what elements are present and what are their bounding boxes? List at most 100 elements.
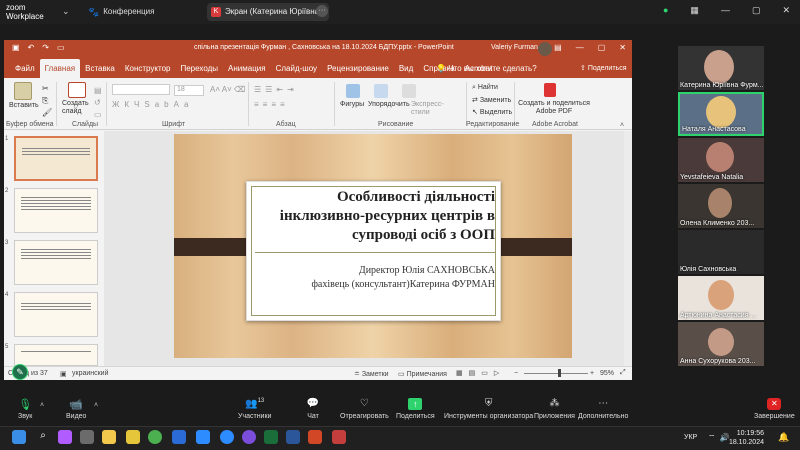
file-explorer-icon[interactable]: [102, 430, 116, 444]
app-icon[interactable]: [264, 430, 278, 444]
minimize-icon[interactable]: —: [721, 5, 730, 16]
chevron-up-icon[interactable]: ˄: [94, 402, 98, 409]
tab-slideshow[interactable]: Слайд-шоу: [271, 64, 322, 78]
tab-design[interactable]: Конструктор: [120, 64, 176, 78]
view-switcher[interactable]: ▦▤▭▷: [456, 369, 505, 377]
slide-thumbnail-3[interactable]: [14, 240, 98, 285]
reset-icon[interactable]: ↺: [94, 98, 101, 107]
apps-button[interactable]: ⁂ Приложения: [534, 398, 575, 420]
zoom-out-icon[interactable]: −: [514, 370, 518, 377]
windows-start-icon[interactable]: [12, 430, 26, 444]
adobe-pdf-icon[interactable]: [544, 83, 556, 97]
word-icon[interactable]: [286, 430, 300, 444]
tell-me-search[interactable]: 💡 Что вы хотите сделать?: [436, 64, 537, 73]
react-button[interactable]: ♡ Отреагировать: [340, 398, 389, 420]
layout-icon[interactable]: ▤: [94, 86, 102, 95]
align-icons[interactable]: ≡≡≡≡: [254, 100, 289, 109]
end-meeting-button[interactable]: ✕ Завершение: [754, 398, 795, 420]
close-icon[interactable]: ✕: [782, 5, 790, 16]
participant-tile[interactable]: Артюнина Анастасия ...: [678, 276, 764, 320]
quick-styles-button[interactable]: Экспресс-стили: [411, 101, 444, 117]
app-icon[interactable]: [332, 430, 346, 444]
annotate-pen-icon[interactable]: ✎: [12, 364, 28, 380]
tab-review[interactable]: Рецензирование: [322, 64, 394, 78]
video-button[interactable]: 📹 Видео: [66, 398, 86, 420]
tab-animations[interactable]: Анимация: [223, 64, 271, 78]
telegram-icon[interactable]: [220, 430, 234, 444]
more-options-icon[interactable]: ···: [316, 5, 328, 17]
zoom-slider[interactable]: [524, 373, 588, 374]
participant-tile[interactable]: Олена Клименко 203...: [678, 184, 764, 228]
tab-insert[interactable]: Вставка: [80, 64, 120, 78]
quick-styles-icon[interactable]: [402, 84, 416, 98]
search-icon[interactable]: ⌕: [36, 430, 50, 444]
select-button[interactable]: ↖ Выделить: [472, 108, 512, 116]
host-tools-button[interactable]: ⛨ Инструменты организатора: [444, 398, 533, 420]
shapes-button[interactable]: Фигуры: [340, 101, 364, 108]
zoom-level[interactable]: 95%: [600, 370, 614, 377]
participant-tile-active[interactable]: Наталя Анастасова: [678, 92, 764, 136]
redo-icon[interactable]: ↷: [42, 43, 49, 52]
zoom-in-icon[interactable]: +: [590, 370, 594, 377]
comments-button[interactable]: ▭ Примечания: [398, 370, 447, 378]
store-icon[interactable]: [172, 430, 186, 444]
ribbon-options-icon[interactable]: ▤: [554, 43, 562, 52]
viber-icon[interactable]: [242, 430, 256, 444]
chevron-up-icon[interactable]: ˄: [40, 402, 44, 409]
tab-file[interactable]: Файл: [10, 64, 40, 78]
arrange-button[interactable]: Упорядочить: [368, 101, 410, 108]
zoom-slider-thumb[interactable]: [558, 369, 561, 377]
slide-thumbnail-4[interactable]: [14, 292, 98, 337]
tab-view[interactable]: Вид: [394, 64, 418, 78]
grid-view-icon[interactable]: ▦: [690, 5, 699, 16]
task-view-icon[interactable]: [80, 430, 94, 444]
app-icon[interactable]: [126, 430, 140, 444]
list-icons[interactable]: ☰☰⇤⇥: [254, 85, 298, 94]
tab-conference[interactable]: 🐾 Конференция: [82, 3, 160, 21]
slide-thumbnail-2[interactable]: [14, 188, 98, 233]
close-icon[interactable]: ✕: [619, 43, 626, 52]
participant-tile[interactable]: Катерина Юріївна Фурм...: [678, 46, 764, 90]
notes-button[interactable]: ≐ Заметки: [354, 370, 389, 378]
language-indicator[interactable]: украинский: [72, 370, 109, 377]
slide-title-box[interactable]: Особливості діяльності інклюзивно-ресурн…: [246, 181, 501, 321]
avatar[interactable]: [538, 42, 552, 56]
cut-icon[interactable]: ✂: [42, 84, 49, 93]
shield-icon[interactable]: ●: [663, 5, 668, 16]
slide-thumbnail-1[interactable]: [14, 136, 98, 181]
vertical-scrollbar[interactable]: [624, 131, 632, 366]
copy-icon[interactable]: ⎘: [42, 96, 48, 106]
arrange-icon[interactable]: [374, 84, 388, 98]
format-painter-icon[interactable]: 🖌: [42, 108, 52, 117]
account-name[interactable]: Valeriy Furman: [491, 44, 538, 51]
participants-button[interactable]: 👥13 Участники: [238, 398, 271, 420]
share-screen-button[interactable]: ↑ Поделиться: [396, 398, 435, 420]
shapes-icon[interactable]: [346, 84, 360, 98]
present-icon[interactable]: ▭: [57, 43, 65, 52]
paste-icon[interactable]: [14, 82, 32, 100]
font-size-select[interactable]: 18: [174, 85, 204, 96]
fit-to-window-icon[interactable]: ⤢: [620, 369, 626, 377]
zoom-taskbar-icon[interactable]: [196, 430, 210, 444]
new-slide-button[interactable]: Создать слайд: [62, 100, 92, 116]
save-icon[interactable]: ▣: [12, 43, 20, 52]
participant-tile[interactable]: Юлія Сахновська: [678, 230, 764, 274]
create-share-pdf-button[interactable]: Создать и поделиться Adobe PDF: [518, 100, 590, 116]
paste-button[interactable]: Вставить: [9, 102, 39, 109]
tab-transitions[interactable]: Переходы: [175, 64, 223, 78]
section-icon[interactable]: ▭: [94, 110, 102, 119]
font-family-select[interactable]: [112, 84, 170, 95]
find-button[interactable]: ⌕ Найти: [472, 84, 498, 92]
chevron-down-icon[interactable]: ⌄: [62, 6, 70, 17]
audio-button[interactable]: 🎙 Звук: [18, 398, 32, 420]
share-button[interactable]: ⇪ Поделиться: [580, 64, 626, 72]
new-slide-icon[interactable]: [68, 82, 86, 98]
tab-screen-share[interactable]: K Экран (Катерина Юріївна Фурм: [207, 3, 329, 21]
slide-thumbnail-5[interactable]: [14, 344, 98, 366]
spellcheck-icon[interactable]: ▣: [60, 370, 67, 378]
replace-button[interactable]: ⇄ Заменить: [472, 96, 511, 104]
maximize-icon[interactable]: ▢: [598, 43, 606, 52]
participant-tile[interactable]: Yevstafeieva Natalia: [678, 138, 764, 182]
undo-icon[interactable]: ↶: [28, 43, 35, 52]
more-button[interactable]: ⋯ Дополнительно: [578, 398, 628, 420]
